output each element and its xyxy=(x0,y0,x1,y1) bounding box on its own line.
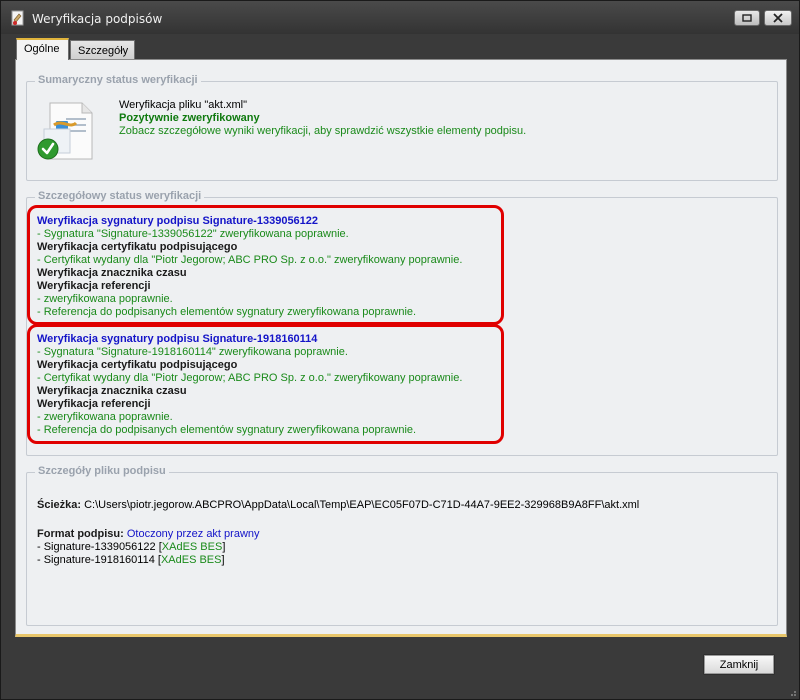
close-icon xyxy=(773,13,783,23)
certificate-result: - Certyfikat wydany dla "Piotr Jegorow; … xyxy=(37,254,463,266)
file-path-line: Ścieżka: C:\Users\piotr.jegorow.ABCPRO\A… xyxy=(37,499,639,511)
window-title: Weryfikacja podpisów xyxy=(32,12,163,26)
certificate-heading: Weryfikacja certyfikatu podpisującego xyxy=(37,359,238,371)
signature-format-line: Format podpisu: Otoczony przez akt prawn… xyxy=(37,528,260,540)
signature-heading: Weryfikacja sygnatury podpisu Signature-… xyxy=(37,215,319,227)
tab-general[interactable]: Ogólne xyxy=(16,38,69,60)
signature-entry: - Signature-1918160114 [XAdES BES] xyxy=(37,554,225,566)
close-window-button[interactable] xyxy=(764,10,792,26)
signature-entry-name: - Signature-1918160114 xyxy=(37,554,158,566)
timestamp-heading: Weryfikacja znacznika czasu xyxy=(37,385,187,397)
signature-heading: Weryfikacja sygnatury podpisu Signature-… xyxy=(37,333,318,345)
file-path-value: C:\Users\piotr.jegorow.ABCPRO\AppData\Lo… xyxy=(81,499,640,511)
summary-legend: Sumaryczny status weryfikacji xyxy=(35,74,201,86)
signature-result: - Sygnatura "Signature-1918160114" zwery… xyxy=(37,346,348,358)
reference-result: - zweryfikowana poprawnie. xyxy=(37,411,173,423)
bracket-close: ] xyxy=(222,541,226,553)
title-bar[interactable]: Weryfikacja podpisów xyxy=(1,1,799,34)
verified-document-icon xyxy=(37,102,93,160)
summary-status: Pozytywnie zweryfikowany xyxy=(119,112,260,124)
signature-entry: - Signature-1339056122 [XAdES BES] xyxy=(37,541,225,553)
restore-button[interactable] xyxy=(734,10,760,26)
timestamp-heading: Weryfikacja znacznika czasu xyxy=(37,267,187,279)
restore-icon xyxy=(742,14,752,22)
summary-hint: Zobacz szczegółowe wyniki weryfikacji, a… xyxy=(119,125,527,137)
reference-heading: Weryfikacja referencji xyxy=(37,280,151,292)
reference-result: - Referencja do podpisanych elementów sy… xyxy=(37,306,417,318)
summary-file-line: Weryfikacja pliku "akt.xml" xyxy=(119,99,248,111)
certificate-heading: Weryfikacja certyfikatu podpisującego xyxy=(37,241,238,253)
details-legend: Szczegółowy status weryfikacji xyxy=(35,190,205,202)
certificate-result: - Certyfikat wydany dla "Piotr Jegorow; … xyxy=(37,372,463,384)
close-button[interactable]: Zamknij xyxy=(703,654,775,675)
reference-heading: Weryfikacja referencji xyxy=(37,398,151,410)
signature-format-label: Format podpisu: xyxy=(37,528,124,540)
file-details-legend: Szczegóły pliku podpisu xyxy=(35,465,169,477)
tab-details[interactable]: Szczegóły xyxy=(70,40,135,60)
dialog-window: Weryfikacja podpisów Ogólne Szczegóły Su… xyxy=(0,0,800,700)
signature-result: - Sygnatura "Signature-1339056122" zwery… xyxy=(37,228,349,240)
signature-entry-type: XAdES BES xyxy=(160,554,222,566)
signature-entry-name: - Signature-1339056122 xyxy=(37,541,159,553)
resize-grip-icon[interactable] xyxy=(787,687,797,697)
bracket-close: ] xyxy=(221,554,225,566)
reference-result: - zweryfikowana poprawnie. xyxy=(37,293,173,305)
signature-format-value: Otoczony przez akt prawny xyxy=(123,528,260,540)
signature-app-icon xyxy=(11,10,24,26)
tab-panel-general: Sumaryczny status weryfikacji Weryfikacj… xyxy=(15,59,787,637)
signature-entry-type: XAdES BES xyxy=(161,541,223,553)
file-path-label: Ścieżka: xyxy=(37,499,82,511)
reference-result: - Referencja do podpisanych elementów sy… xyxy=(37,424,417,436)
